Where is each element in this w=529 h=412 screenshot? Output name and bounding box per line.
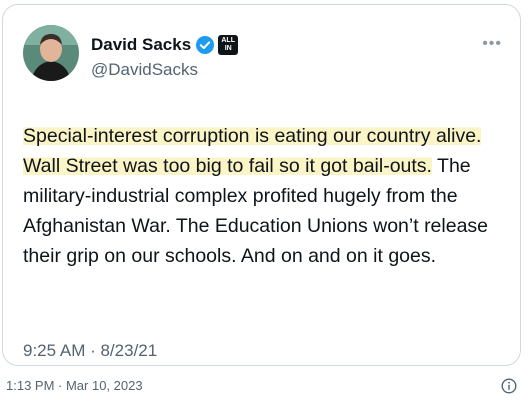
avatar[interactable] bbox=[23, 25, 79, 81]
affiliate-badge[interactable]: ALL IN bbox=[218, 35, 239, 55]
tweet-timestamp[interactable]: 9:25 AM · 8/23/21 bbox=[23, 341, 157, 361]
tweet-card[interactable]: David Sacks ALL IN @DavidSacks ••• Speci… bbox=[2, 4, 521, 366]
author-handle[interactable]: @DavidSacks bbox=[91, 60, 198, 80]
badge-text: ALL IN bbox=[221, 37, 235, 52]
info-icon[interactable] bbox=[501, 378, 517, 394]
more-icon[interactable]: ••• bbox=[482, 35, 502, 53]
verified-icon bbox=[196, 36, 215, 54]
highlighted-text: Special-interest corruption is eating ou… bbox=[23, 125, 482, 177]
capture-timestamp[interactable]: 1:13 PM · Mar 10, 2023 bbox=[6, 378, 143, 393]
tweet-text: Special-interest corruption is eating ou… bbox=[23, 121, 523, 271]
author-name[interactable]: David Sacks bbox=[91, 35, 191, 55]
author-row: David Sacks ALL IN bbox=[91, 33, 239, 57]
